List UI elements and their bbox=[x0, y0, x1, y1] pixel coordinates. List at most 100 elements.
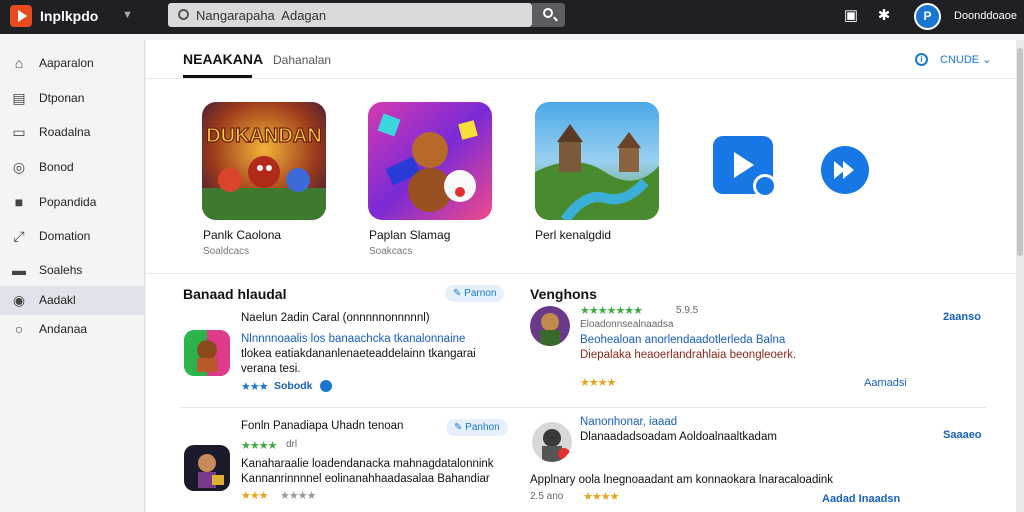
game-art-icon: DUKANDAN bbox=[202, 102, 326, 220]
game-art-icon bbox=[535, 102, 659, 220]
rating-stars: ★★★ bbox=[241, 381, 269, 393]
info-icon[interactable]: i bbox=[915, 53, 928, 66]
game-art-icon bbox=[368, 102, 492, 220]
sidebar: ⌂ Aaparalon ▤ Dtponan ▭ Roadalna ◎ Bonod… bbox=[0, 40, 145, 512]
tab-featured[interactable]: NEAAKANA bbox=[183, 51, 263, 67]
item-desc: Applnary oola lnegnoaadant am konnaokara… bbox=[530, 474, 834, 486]
rating-stars: ★★★★ bbox=[280, 490, 316, 502]
sidebar-item-library[interactable]: ▤ Dtponan bbox=[0, 84, 145, 113]
divider bbox=[146, 273, 1016, 274]
user-name[interactable]: Doonddoaoe bbox=[954, 10, 1017, 22]
sidebar-item-label: Aadakl bbox=[39, 293, 76, 307]
rating-stars: ★★★★ bbox=[580, 377, 616, 389]
sidebar-item-label: Domation bbox=[39, 229, 91, 243]
filter-chip[interactable]: ✎ Parnon bbox=[445, 285, 505, 302]
item-title[interactable]: Naelun 2adin Caral (onnnnnonnnnnl) bbox=[241, 312, 430, 324]
search-scope-icon bbox=[178, 9, 189, 20]
item-title[interactable]: Eloadonnsealnaadsa bbox=[580, 319, 673, 330]
divider bbox=[146, 78, 1016, 79]
search-button[interactable] bbox=[532, 3, 565, 27]
filter-chip[interactable]: ✎ Panhon bbox=[446, 419, 508, 436]
sidebar-item-circle[interactable]: ○ Andanaa bbox=[0, 315, 145, 344]
item-desc: verana tesi. bbox=[241, 363, 301, 375]
rating-stars: ★★★★ bbox=[241, 440, 277, 452]
featured-name-2[interactable]: Paplan Slamag bbox=[369, 228, 450, 242]
section-title-left: Banaad hlaudal bbox=[183, 286, 287, 302]
sidebar-item-downloads[interactable]: ▭ Roadalna bbox=[0, 118, 145, 147]
app-title[interactable]: Inplkpdo bbox=[40, 8, 98, 24]
featured-name-1[interactable]: Panlk Caolona bbox=[203, 228, 281, 242]
rating-stars: ★★★★★★★ bbox=[580, 305, 643, 317]
sidebar-item-label: Soalehs bbox=[39, 263, 83, 277]
trending-icon: ⤢ bbox=[13, 228, 25, 244]
bookmark-icon: ■ bbox=[14, 194, 24, 210]
item-right-link[interactable]: Saaaeo bbox=[943, 429, 982, 441]
item-right-link[interactable]: 2aanso bbox=[943, 311, 981, 323]
verified-icon bbox=[320, 380, 332, 392]
sidebar-item-label: Popandida bbox=[39, 195, 97, 209]
app-icon-1[interactable] bbox=[184, 330, 230, 376]
featured-sub-2: Soakcacs bbox=[369, 246, 413, 257]
sidebar-item-label: Aaparalon bbox=[39, 56, 94, 70]
sidebar-item-label: Andanaa bbox=[39, 322, 88, 336]
rating-stars: ★★★ bbox=[241, 490, 269, 502]
divider bbox=[181, 407, 986, 408]
game-art-icon bbox=[532, 422, 572, 462]
section-title-right: Venghons bbox=[530, 286, 597, 302]
avatar[interactable]: P bbox=[914, 3, 941, 30]
tab-secondary[interactable]: Dahanalan bbox=[273, 53, 331, 67]
puzzle-icon[interactable]: ✱ bbox=[876, 8, 892, 24]
sidebar-item-home[interactable]: ⌂ Aaparalon bbox=[0, 49, 145, 78]
item-desc: Diepalaka heaoerlandrahlaia beongleoerk. bbox=[580, 349, 797, 361]
featured-tile-1[interactable]: DUKANDAN bbox=[202, 102, 326, 220]
item-title[interactable]: Nanonhonar, iaaad bbox=[580, 416, 677, 428]
sidebar-item-eye[interactable]: ◉ Aadakl bbox=[0, 286, 145, 315]
fast-forward-button[interactable] bbox=[821, 146, 869, 194]
item-desc: Beohealoan anorlendaadotlerleda Balna bbox=[580, 334, 786, 346]
folder-icon: ▬ bbox=[12, 262, 26, 278]
app-icon-4[interactable] bbox=[532, 422, 572, 462]
featured-sub-1: Soaldcacs bbox=[203, 246, 250, 257]
app-icon-3[interactable] bbox=[530, 306, 570, 346]
rating-number: 5.9.5 bbox=[676, 305, 699, 316]
play-button[interactable] bbox=[713, 136, 777, 198]
more-dropdown[interactable]: CNUDE ⌄ bbox=[940, 53, 991, 66]
refresh-icon bbox=[753, 174, 777, 198]
rating-label: drl bbox=[286, 439, 298, 450]
chevron-down-icon[interactable]: ▼ bbox=[122, 9, 133, 21]
sidebar-item-trending[interactable]: ⤢ Domation bbox=[0, 222, 145, 251]
main-content: NEAAKANA Dahanalan i CNUDE ⌄ DUKANDAN Pa… bbox=[146, 40, 1016, 512]
home-icon: ⌂ bbox=[14, 55, 24, 71]
featured-tile-2[interactable] bbox=[368, 102, 492, 220]
grid-icon[interactable]: ▣ bbox=[843, 8, 859, 24]
item-action-link[interactable]: Aadad Inaadsn bbox=[822, 493, 900, 505]
search-input[interactable] bbox=[196, 3, 526, 27]
sidebar-item-bookmark[interactable]: ■ Popandida bbox=[0, 188, 145, 217]
sidebar-item-label: Roadalna bbox=[39, 125, 91, 139]
eye-icon: ◉ bbox=[12, 292, 26, 308]
game-art-icon bbox=[184, 330, 230, 376]
item-desc: tlokea eatiakdananlenaeteaddelainn tkang… bbox=[241, 348, 476, 360]
item-title[interactable]: Fonln Panadiapa Uhadn tenoan bbox=[241, 420, 403, 432]
play-icon bbox=[734, 152, 754, 178]
rating-label[interactable]: Sobodk bbox=[274, 380, 313, 392]
featured-tile-3[interactable] bbox=[535, 102, 659, 220]
app-logo-icon[interactable] bbox=[10, 5, 32, 27]
sidebar-item-label: Bonod bbox=[39, 160, 74, 174]
search-bar[interactable] bbox=[168, 3, 532, 27]
item-desc: Kannanrinnnnel eolinanahhaadasalaa Bahan… bbox=[241, 473, 490, 485]
item-action-link[interactable]: Aamadsi bbox=[864, 377, 907, 389]
game-art-icon bbox=[530, 306, 570, 346]
rating-stars: ★★★★ bbox=[583, 491, 619, 503]
scrollbar-thumb[interactable] bbox=[1017, 48, 1023, 256]
top-bar: Inplkpdo ▼ ▣ ✱ P Doonddoaoe bbox=[0, 0, 1024, 34]
circle-icon: ○ bbox=[14, 321, 24, 337]
sidebar-item-gift[interactable]: ◎ Bonod bbox=[0, 153, 145, 182]
search-icon bbox=[543, 8, 553, 18]
library-icon: ▤ bbox=[12, 90, 26, 106]
app-icon-2[interactable] bbox=[184, 445, 230, 491]
item-desc: Kanaharaalie loadendanacka mahnagdatalon… bbox=[241, 458, 494, 470]
sidebar-item-folder[interactable]: ▬ Soalehs bbox=[0, 256, 145, 285]
sidebar-item-label: Dtponan bbox=[39, 91, 85, 105]
featured-name-3[interactable]: Perl kenalgdid bbox=[535, 228, 611, 242]
